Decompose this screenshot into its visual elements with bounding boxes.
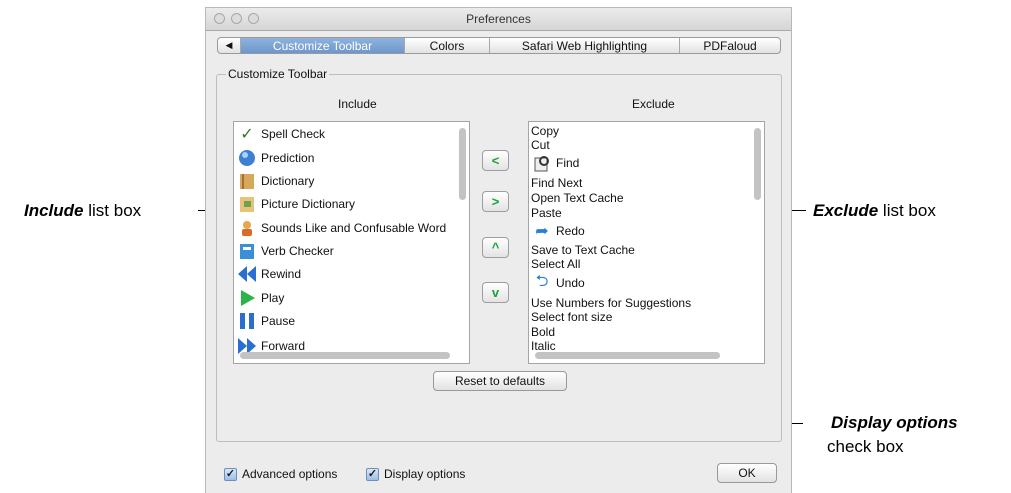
display-options-label: Display options — [384, 467, 466, 481]
include-callout-rest: list box — [83, 201, 142, 220]
list-item-label: Picture Dictionary — [261, 197, 356, 211]
tab-bar: ◀ Customize Toolbar Colors Safari Web Hi… — [217, 37, 781, 54]
include-callout: Include list box — [24, 201, 141, 221]
window-title: Preferences — [466, 12, 531, 26]
list-item[interactable]: ➦ Redo — [531, 220, 585, 242]
tab-scroll-left[interactable]: ◀ — [218, 38, 241, 53]
find-icon — [531, 152, 553, 174]
list-item[interactable]: Find Next — [531, 176, 582, 190]
list-item[interactable]: Use Numbers for Suggestions — [531, 296, 691, 310]
undo-icon: ⮌ — [535, 272, 549, 290]
list-item-label: Forward — [261, 339, 306, 353]
list-item-label: Dictionary — [261, 174, 315, 188]
list-item-label: Open Text Cache — [531, 191, 624, 205]
list-item[interactable]: Find — [531, 152, 579, 174]
include-callout-bold: Include — [24, 201, 84, 220]
list-item-label: Copy — [531, 124, 560, 138]
rewind-icon — [236, 263, 258, 285]
exclude-horizontal-scrollbar[interactable] — [535, 352, 720, 359]
display-callout-rest: check box — [827, 437, 904, 456]
checkmark-icon: ✓ — [224, 467, 237, 481]
list-item-label: Use Numbers for Suggestions — [531, 296, 692, 310]
redo-icon: ➦ — [535, 223, 549, 240]
advanced-options-checkbox[interactable]: ✓ Advanced options — [224, 467, 337, 481]
move-left-button[interactable]: < — [482, 150, 509, 171]
tab-customize-toolbar[interactable]: Customize Toolbar — [241, 38, 405, 53]
exclude-callout-rest: list box — [878, 201, 936, 220]
preferences-window: Preferences ◀ Customize Toolbar Colors S… — [205, 7, 792, 493]
list-item[interactable]: Copy — [531, 124, 559, 138]
exclude-list-box[interactable]: Copy Cut Find Find Next Open Text Cache … — [528, 121, 765, 364]
list-item[interactable]: Open Text Cache — [531, 191, 624, 205]
list-item-label: Prediction — [261, 151, 315, 165]
prediction-icon — [236, 147, 258, 169]
list-item[interactable]: Prediction — [236, 147, 314, 169]
list-item[interactable]: Italic — [531, 339, 556, 353]
list-item[interactable]: ✓ Spell Check — [236, 123, 325, 145]
list-item-label: Find — [556, 156, 580, 170]
list-item[interactable]: ⮌ Undo — [531, 272, 585, 294]
move-up-button[interactable]: ^ — [482, 237, 509, 258]
list-item[interactable]: Paste — [531, 206, 562, 220]
list-item-label: Paste — [531, 206, 562, 220]
include-list-box[interactable]: ✓ Spell Check Prediction Dictionary Pict… — [233, 121, 470, 364]
list-item-label: Play — [261, 291, 285, 305]
list-item[interactable]: Bold — [531, 325, 555, 339]
exclude-header: Exclude — [632, 97, 675, 111]
list-item[interactable]: Pause — [236, 310, 295, 332]
reset-to-defaults-button[interactable]: Reset to defaults — [433, 371, 567, 391]
list-item[interactable]: Picture Dictionary — [236, 193, 355, 215]
list-item-label: Find Next — [531, 176, 583, 190]
include-vertical-scrollbar[interactable] — [459, 128, 466, 200]
exclude-vertical-scrollbar[interactable] — [754, 128, 761, 200]
spell-check-icon: ✓ — [240, 126, 254, 143]
display-options-checkbox[interactable]: ✓ Display options — [366, 467, 465, 481]
list-item-label: Bold — [531, 325, 556, 339]
list-item[interactable]: Dictionary — [236, 170, 314, 192]
list-item[interactable]: Save to Text Cache — [531, 243, 635, 257]
tab-colors[interactable]: Colors — [405, 38, 490, 53]
group-label: Customize Toolbar — [226, 67, 330, 81]
list-item-label: Save to Text Cache — [531, 243, 635, 257]
list-item[interactable]: Play — [236, 287, 284, 309]
list-item[interactable]: Select font size — [531, 310, 612, 324]
title-bar: Preferences — [206, 8, 791, 31]
verb-checker-icon — [236, 240, 258, 262]
advanced-options-label: Advanced options — [242, 467, 338, 481]
exclude-callout: Exclude list box — [813, 201, 936, 221]
list-item-label: Sounds Like and Confusable Word — [261, 221, 447, 235]
sounds-like-icon — [236, 217, 258, 239]
list-item-label: Spell Check — [261, 127, 326, 141]
list-item-label: Cut — [531, 138, 550, 152]
exclude-callout-bold: Exclude — [813, 201, 879, 220]
list-item[interactable]: Rewind — [236, 263, 301, 285]
picture-dictionary-icon — [236, 193, 258, 215]
ok-button[interactable]: OK — [717, 463, 777, 483]
move-down-button[interactable]: v — [482, 282, 509, 303]
play-icon — [236, 287, 258, 309]
list-item[interactable]: Sounds Like and Confusable Word — [236, 217, 446, 239]
pause-icon — [236, 310, 258, 332]
include-header: Include — [338, 97, 377, 111]
list-item[interactable]: Verb Checker — [236, 240, 334, 262]
list-item-label: Italic — [531, 339, 556, 353]
include-horizontal-scrollbar[interactable] — [240, 352, 450, 359]
list-item-label: Verb Checker — [261, 244, 334, 258]
list-item-label: Undo — [556, 276, 585, 290]
move-right-button[interactable]: > — [482, 191, 509, 212]
tab-pdfaloud[interactable]: PDFaloud — [680, 38, 780, 53]
list-item-label: Pause — [261, 314, 296, 328]
dictionary-icon — [236, 170, 258, 192]
checkmark-icon: ✓ — [366, 467, 379, 481]
list-item-label: Select font size — [531, 310, 613, 324]
list-item-label: Redo — [556, 224, 585, 238]
tab-safari-web-highlighting[interactable]: Safari Web Highlighting — [490, 38, 680, 53]
display-callout: Display options check box — [827, 413, 958, 457]
display-callout-bold: Display options — [831, 413, 958, 432]
list-item-label: Rewind — [261, 267, 302, 281]
list-item[interactable]: Cut — [531, 138, 550, 152]
